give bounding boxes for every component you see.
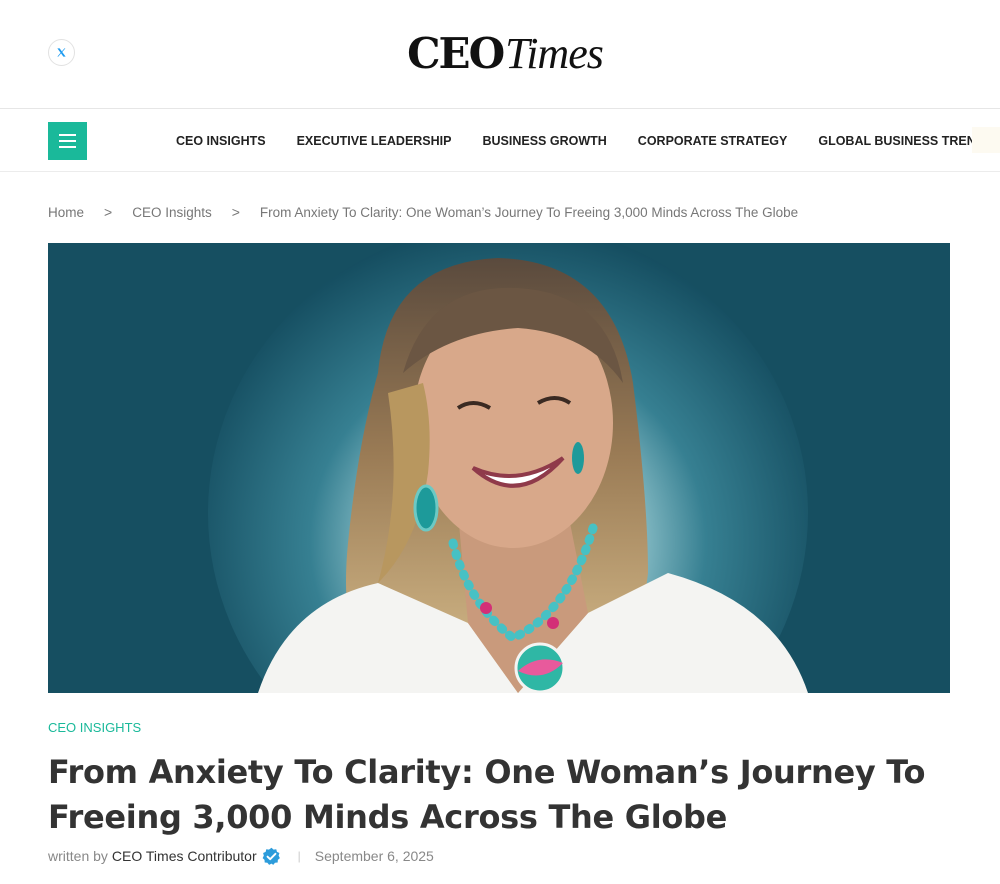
article-title: From Anxiety To Clarity: One Woman’s Jou… (48, 750, 948, 840)
hero-image (48, 243, 950, 693)
logo-ceo: CEO (407, 29, 505, 78)
verified-badge-icon (262, 847, 280, 865)
article-category[interactable]: CEO INSIGHTS (48, 720, 141, 735)
article-meta: written by CEO Times Contributor | Septe… (48, 846, 434, 866)
breadcrumb-current: From Anxiety To Clarity: One Woman’s Jou… (259, 204, 799, 220)
breadcrumb-category[interactable]: CEO Insights (132, 205, 212, 220)
written-by-label: written by (48, 848, 108, 864)
article-title-line-1: From Anxiety To Clarity: One Woman’s Jou… (48, 753, 926, 791)
nav-link-corporate-strategy[interactable]: CORPORATE STRATEGY (638, 134, 788, 148)
nav-links: CEO INSIGHTS EXECUTIVE LEADERSHIP BUSINE… (176, 110, 1000, 172)
nav-link-business-growth[interactable]: BUSINESS GROWTH (482, 134, 606, 148)
x-twitter-link[interactable] (48, 39, 75, 66)
nav-link-global-business-trends[interactable]: GLOBAL BUSINESS TRENDS (818, 134, 993, 148)
breadcrumb: Home > CEO Insights > From Anxiety To Cl… (48, 203, 798, 221)
portrait-photo (48, 243, 950, 693)
article-title-line-2: Freeing 3,000 Minds Across The Globe (48, 798, 728, 836)
meta-separator: | (297, 849, 301, 863)
chevron-right-icon: > (104, 204, 113, 220)
main-nav: CEO INSIGHTS EXECUTIVE LEADERSHIP BUSINE… (0, 110, 1000, 172)
nav-overflow-hint (972, 127, 1000, 153)
x-twitter-icon (57, 48, 66, 57)
site-logo[interactable]: CEO Times (390, 28, 620, 80)
author-link[interactable]: CEO Times Contributor (112, 848, 257, 864)
logo-times: Times (505, 29, 604, 78)
nav-link-ceo-insights[interactable]: CEO INSIGHTS (176, 134, 266, 148)
chevron-right-icon: > (231, 204, 240, 220)
publish-date: September 6, 2025 (314, 848, 434, 864)
hamburger-menu-icon[interactable] (48, 122, 87, 160)
site-header: CEO Times (0, 0, 1000, 109)
nav-link-executive-leadership[interactable]: EXECUTIVE LEADERSHIP (297, 134, 452, 148)
breadcrumb-home[interactable]: Home (48, 205, 84, 220)
